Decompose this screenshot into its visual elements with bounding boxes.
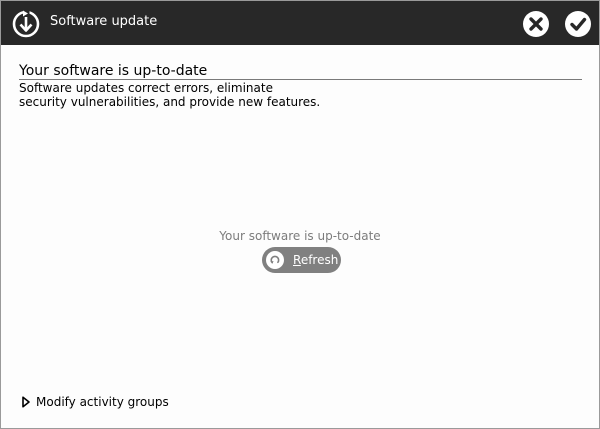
refresh-icon xyxy=(266,251,284,269)
refresh-button-label: Refresh xyxy=(293,252,338,268)
software-update-icon xyxy=(12,9,40,38)
section-description: Software updates correct errors, elimina… xyxy=(19,81,579,109)
refresh-label-rest: efresh xyxy=(300,253,339,267)
software-update-window: Software update Your software is up-to-d… xyxy=(0,0,600,429)
status-message: Your software is up-to-date xyxy=(219,229,381,243)
description-line-1: Software updates correct errors, elimina… xyxy=(19,81,273,95)
refresh-mnemonic: R xyxy=(293,253,301,267)
triangle-right-icon xyxy=(22,396,30,408)
expander-label: Modify activity groups xyxy=(36,395,169,409)
section-heading: Your software is up-to-date xyxy=(19,63,582,80)
description-line-2: security vulnerabilities, and provide ne… xyxy=(19,95,321,109)
cancel-button[interactable] xyxy=(522,10,550,38)
ok-button[interactable] xyxy=(564,10,592,38)
refresh-button[interactable]: Refresh xyxy=(262,247,341,273)
title-bar: Software update xyxy=(1,1,599,45)
window-title: Software update xyxy=(50,14,158,29)
